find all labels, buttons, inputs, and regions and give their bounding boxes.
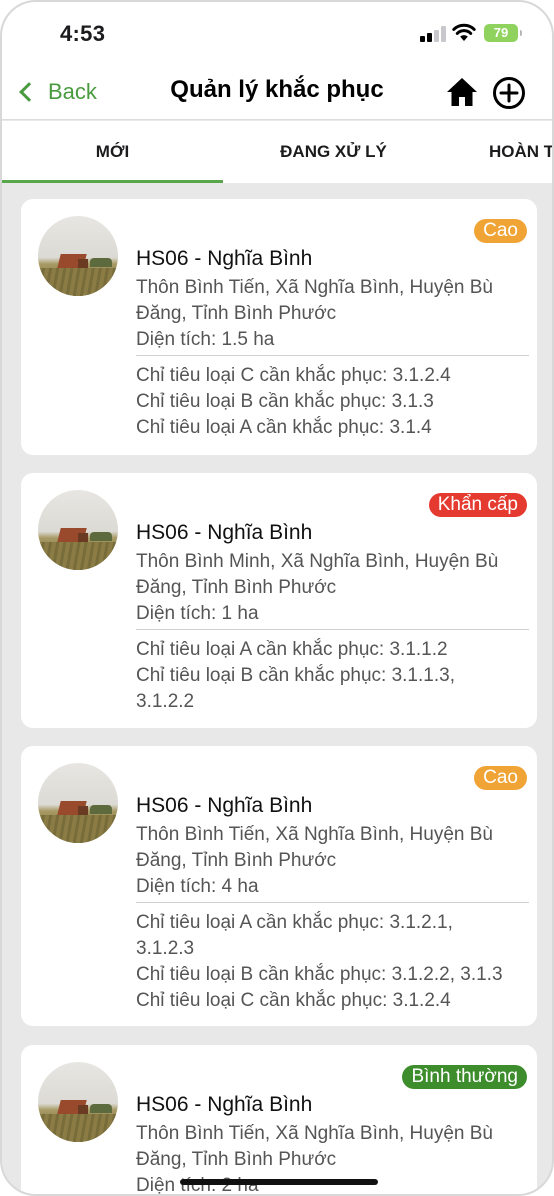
card-address: Thôn Bình Tiến, Xã Nghĩa Bình, Huyện Bù … <box>136 277 494 324</box>
avatar <box>38 216 118 296</box>
card-address: Thôn Bình Minh, Xã Nghĩa Bình, Huyện Bù … <box>136 551 499 598</box>
tab-hoan-thanh[interactable]: HOÀN T <box>444 121 552 183</box>
criteria-item: Chỉ tiêu loại A cần khắc phục: 3.1.1.2 <box>136 639 448 660</box>
tab-dang-xu-ly[interactable]: ĐANG XỬ LÝ <box>223 121 444 183</box>
criteria-item: 3.1.2.3 <box>136 938 195 959</box>
priority-badge: Cao <box>474 766 527 790</box>
divider <box>136 629 529 630</box>
criteria-item: Chỉ tiêu loại C cần khắc phục: 3.1.2.4 <box>136 365 451 386</box>
criteria-item: Chỉ tiêu loại B cần khắc phục: 3.1.3 <box>136 391 434 412</box>
card-title: HS06 - Nghĩa Bình <box>136 1093 313 1116</box>
list-item[interactable]: Cao HS06 - Nghĩa Bình Thôn Bình Tiến, Xã… <box>21 199 537 455</box>
criteria-item: Chỉ tiêu loại C cần khắc phục: 3.1.2.4 <box>136 990 451 1011</box>
tab-moi[interactable]: MỚI <box>2 121 223 183</box>
cellular-signal-icon <box>420 26 446 42</box>
criteria-item: Chỉ tiêu loại B cần khắc phục: 3.1.1.3, <box>136 665 455 686</box>
list-item[interactable]: Bình thường HS06 - Nghĩa Bình Thôn Bình … <box>21 1045 537 1194</box>
avatar <box>38 1062 118 1142</box>
divider <box>136 355 529 356</box>
back-label: Back <box>48 79 97 104</box>
criteria-list: Chỉ tiêu loại A cần khắc phục: 3.1.2.1, … <box>136 910 536 1014</box>
divider <box>136 902 529 903</box>
remediation-list: Cao HS06 - Nghĩa Bình Thôn Bình Tiến, Xã… <box>2 183 552 1194</box>
criteria-list: Chỉ tiêu loại A cần khắc phục: 3.1.1.2 C… <box>136 637 536 715</box>
battery-icon: 79 <box>484 24 522 42</box>
list-item[interactable]: Cao HS06 - Nghĩa Bình Thôn Bình Tiến, Xã… <box>21 746 537 1026</box>
card-area: Diện tích: 1 ha <box>136 603 259 624</box>
criteria-list: Chỉ tiêu loại C cần khắc phục: 3.1.2.4 C… <box>136 363 536 441</box>
list-item[interactable]: Khẩn cấp HS06 - Nghĩa Bình Thôn Bình Min… <box>21 473 537 728</box>
card-area: Diện tích: 1.5 ha <box>136 329 275 350</box>
priority-badge: Khẩn cấp <box>428 493 527 517</box>
priority-badge: Bình thường <box>402 1065 527 1089</box>
avatar <box>38 490 118 570</box>
status-time: 4:53 <box>60 21 106 46</box>
status-bar: 4:53 79 <box>2 2 552 64</box>
navigation-bar: Back Quản lý khắc phục <box>2 64 552 120</box>
home-indicator[interactable] <box>180 1179 378 1185</box>
phone-screen: 4:53 79 Back Quản lý khắc phục MỚI ĐANG … <box>0 0 554 1196</box>
add-circle-icon[interactable] <box>492 76 526 110</box>
criteria-item: Chỉ tiêu loại A cần khắc phục: 3.1.4 <box>136 417 432 438</box>
criteria-item: Chỉ tiêu loại A cần khắc phục: 3.1.2.1, <box>136 912 453 933</box>
priority-badge: Cao <box>474 219 527 243</box>
card-title: HS06 - Nghĩa Bình <box>136 247 313 270</box>
card-address: Thôn Bình Tiến, Xã Nghĩa Bình, Huyện Bù … <box>136 1123 494 1170</box>
wifi-icon <box>452 23 476 41</box>
home-icon[interactable] <box>445 76 479 108</box>
chevron-left-icon <box>19 82 39 102</box>
card-title: HS06 - Nghĩa Bình <box>136 794 313 817</box>
tab-bar: MỚI ĐANG XỬ LÝ HOÀN T <box>2 121 552 183</box>
criteria-item: Chỉ tiêu loại B cần khắc phục: 3.1.2.2, … <box>136 964 503 985</box>
card-title: HS06 - Nghĩa Bình <box>136 521 313 544</box>
criteria-item: 3.1.2.2 <box>136 691 195 712</box>
card-area: Diện tích: 4 ha <box>136 876 259 897</box>
back-button[interactable]: Back <box>18 76 97 108</box>
avatar <box>38 763 118 843</box>
card-address: Thôn Bình Tiến, Xã Nghĩa Bình, Huyện Bù … <box>136 824 494 871</box>
